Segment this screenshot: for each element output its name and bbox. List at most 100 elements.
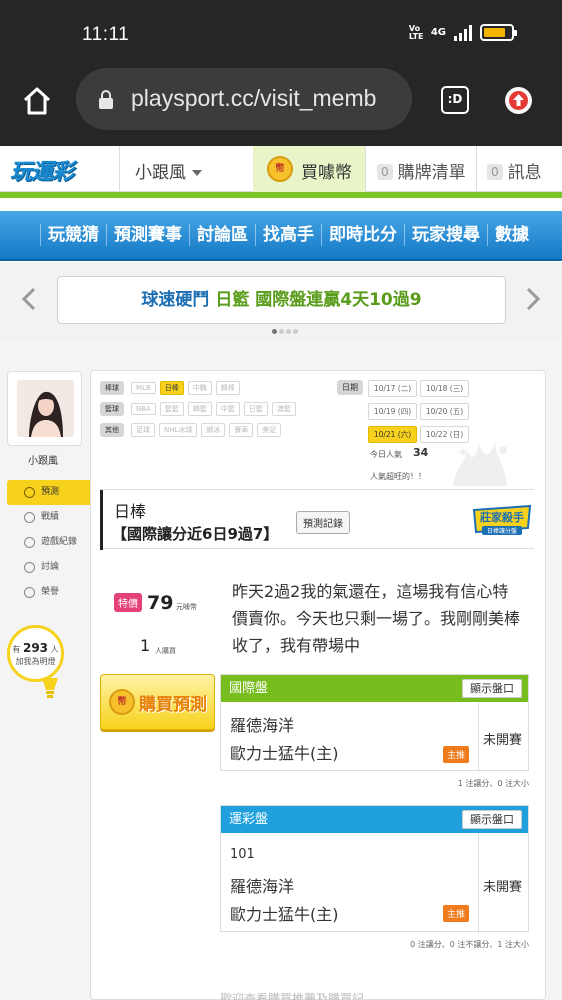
cart-list-link[interactable]: 0 購牌清單	[377, 158, 466, 183]
chevron-left-icon[interactable]	[20, 287, 38, 311]
prediction-header: 日棒 【國際讓分近6日9過7】 預測記錄	[100, 489, 534, 550]
url-bar[interactable]: playsport.cc/visit_memb	[76, 68, 412, 130]
update-arrow-icon[interactable]	[505, 87, 532, 114]
menu-item-label: 榮譽	[41, 587, 60, 597]
filter-chip-nhl[interactable]: NHL冰球	[159, 423, 198, 437]
buy-prediction-button[interactable]: 幣 購買預測	[100, 674, 215, 730]
user-dropdown[interactable]: 小跟風	[135, 158, 202, 183]
filter-chip-nba[interactable]: NBA	[131, 403, 156, 415]
filter-chip-ice[interactable]: 網冰	[201, 423, 226, 437]
filter-category: 籃球	[100, 402, 124, 416]
menu-item-honor[interactable]: 榮譽	[7, 580, 90, 605]
nav-item-data[interactable]: 數據	[487, 224, 536, 246]
price-unit: 元噱幣	[176, 603, 197, 611]
nav-item-play[interactable]: 玩競猜	[40, 224, 106, 246]
browser-toolbar: playsport.cc/visit_memb :D	[0, 68, 562, 146]
team-home: 歐力士猛牛(主)	[230, 905, 339, 924]
caret-down-icon	[192, 170, 202, 176]
filter-chip-nfl[interactable]: 美足	[257, 423, 282, 437]
tab-switcher-button[interactable]: :D	[441, 86, 469, 114]
coin-icon: 幣	[109, 689, 135, 715]
nav-item-livescore[interactable]: 即時比分	[321, 224, 404, 246]
pencil-icon	[24, 562, 35, 573]
circle-icon	[24, 537, 35, 548]
date-label: 日期	[337, 380, 363, 395]
coin-label: 買噱幣	[301, 163, 352, 183]
game-status: 未開賽	[483, 733, 523, 748]
clock: 11:11	[82, 24, 130, 45]
nav-item-experts[interactable]: 找高手	[255, 224, 321, 246]
home-icon[interactable]	[20, 84, 54, 118]
profile-name: 小跟風	[28, 456, 58, 467]
cart-count: 0	[377, 164, 393, 180]
price-value: 79	[147, 592, 174, 614]
cart-label: 購牌清單	[397, 163, 466, 183]
carousel-dots	[272, 329, 298, 334]
chevron-right-icon[interactable]	[524, 287, 542, 311]
message-link[interactable]: 0 訊息	[487, 158, 542, 183]
filter-chip-bleague[interactable]: 日籃	[243, 402, 268, 416]
filter-chip-nbl[interactable]: 澳籃	[271, 402, 296, 416]
date-chip-selected[interactable]: 10/21 (六)	[368, 426, 417, 443]
coin-icon: 幣	[267, 156, 293, 182]
filter-chip-cpbl[interactable]: 中職	[187, 381, 212, 395]
filter-chip-mlb[interactable]: MLB	[131, 382, 156, 394]
avatar	[17, 380, 74, 437]
bookie-killer-badge: 莊家殺手 日棒讓分盤	[470, 502, 534, 538]
profile-card[interactable]	[7, 371, 82, 446]
volte-icon: Vo LTE	[408, 23, 424, 41]
menu-item-predict[interactable]: 預測	[7, 480, 105, 505]
market-box-international: 國際盤 顯示盤口 羅德海洋 歐力士猛牛(主) 主推 未開賽	[220, 674, 529, 772]
main-pick-tag: 主推	[443, 905, 470, 922]
filter-category: 其他	[100, 423, 124, 437]
market-title: 國際盤	[229, 681, 269, 696]
message-count: 0	[487, 164, 503, 180]
header-accent-bar	[0, 192, 562, 198]
date-chip[interactable]: 10/18 (三)	[420, 380, 469, 397]
filter-row-baseball: 棒球 MLB 日棒 中職 韓棒	[100, 381, 240, 395]
medal-icon	[24, 587, 35, 598]
popularity-count: 34	[413, 446, 429, 459]
promo-text-title: 球速硬鬥	[141, 290, 210, 310]
game-number: 101	[230, 847, 255, 862]
bulb-icon	[38, 678, 64, 700]
bottom-hint-text: 歡迎查看購買推薦及購買記	[220, 992, 365, 1000]
filter-chip-cba[interactable]: 中籃	[215, 402, 240, 416]
filter-chip-kbo[interactable]: 韓棒	[215, 381, 240, 395]
popularity-label: 今日人氣	[370, 450, 402, 459]
filter-chip-soccer[interactable]: 足球	[131, 423, 155, 437]
menu-item-record[interactable]: 戰績	[7, 505, 90, 530]
fire-splash-icon	[445, 438, 515, 488]
menu-item-label: 預測	[41, 487, 60, 497]
team-away: 羅德海洋	[230, 877, 295, 896]
menu-item-discussion[interactable]: 討論	[7, 555, 90, 580]
nav-item-predict[interactable]: 預測賽事	[106, 224, 189, 246]
menu-item-label: 戰績	[41, 512, 60, 522]
fans-unit: 人	[50, 645, 59, 654]
filter-category: 棒球	[100, 381, 124, 395]
promo-text-highlight: 日籃 國際盤連贏4天10過9	[215, 290, 422, 310]
show-odds-button[interactable]: 顯示盤口	[462, 679, 522, 698]
coin-tab[interactable]: 幣 買噱幣	[253, 146, 365, 192]
prediction-record-button[interactable]: 預測記錄	[296, 511, 350, 534]
buyers-count: 1	[140, 636, 151, 655]
date-chip[interactable]: 10/17 (二)	[368, 380, 417, 397]
battery-icon	[480, 24, 517, 41]
filter-chip-kbl[interactable]: 韓籃	[187, 402, 212, 416]
nav-item-player-search[interactable]: 玩家搜尋	[404, 224, 487, 246]
chat-icon	[24, 512, 35, 523]
signal-icon	[454, 24, 472, 41]
nav-item-forum[interactable]: 討論區	[189, 224, 255, 246]
site-logo[interactable]: 玩運彩	[10, 154, 74, 186]
filter-chip-npb[interactable]: 日棒	[159, 381, 184, 395]
date-chip[interactable]: 10/19 (四)	[368, 403, 417, 420]
date-chip[interactable]: 10/20 (五)	[420, 403, 469, 420]
promo-banner[interactable]: 球速硬鬥 日籃 國際盤連贏4天10過9	[57, 276, 506, 324]
show-odds-button[interactable]: 顯示盤口	[462, 810, 522, 829]
sale-badge: 特價	[114, 593, 142, 612]
filter-chip-bb2[interactable]: 籃籃	[159, 402, 184, 416]
menu-item-game-history[interactable]: 遊戲紀錄	[7, 530, 90, 555]
market-title: 運彩盤	[229, 812, 269, 827]
filter-chip-racing[interactable]: 賽車	[229, 423, 254, 437]
fans-bulb[interactable]: 有 293 人 加我為明燈	[7, 625, 64, 682]
